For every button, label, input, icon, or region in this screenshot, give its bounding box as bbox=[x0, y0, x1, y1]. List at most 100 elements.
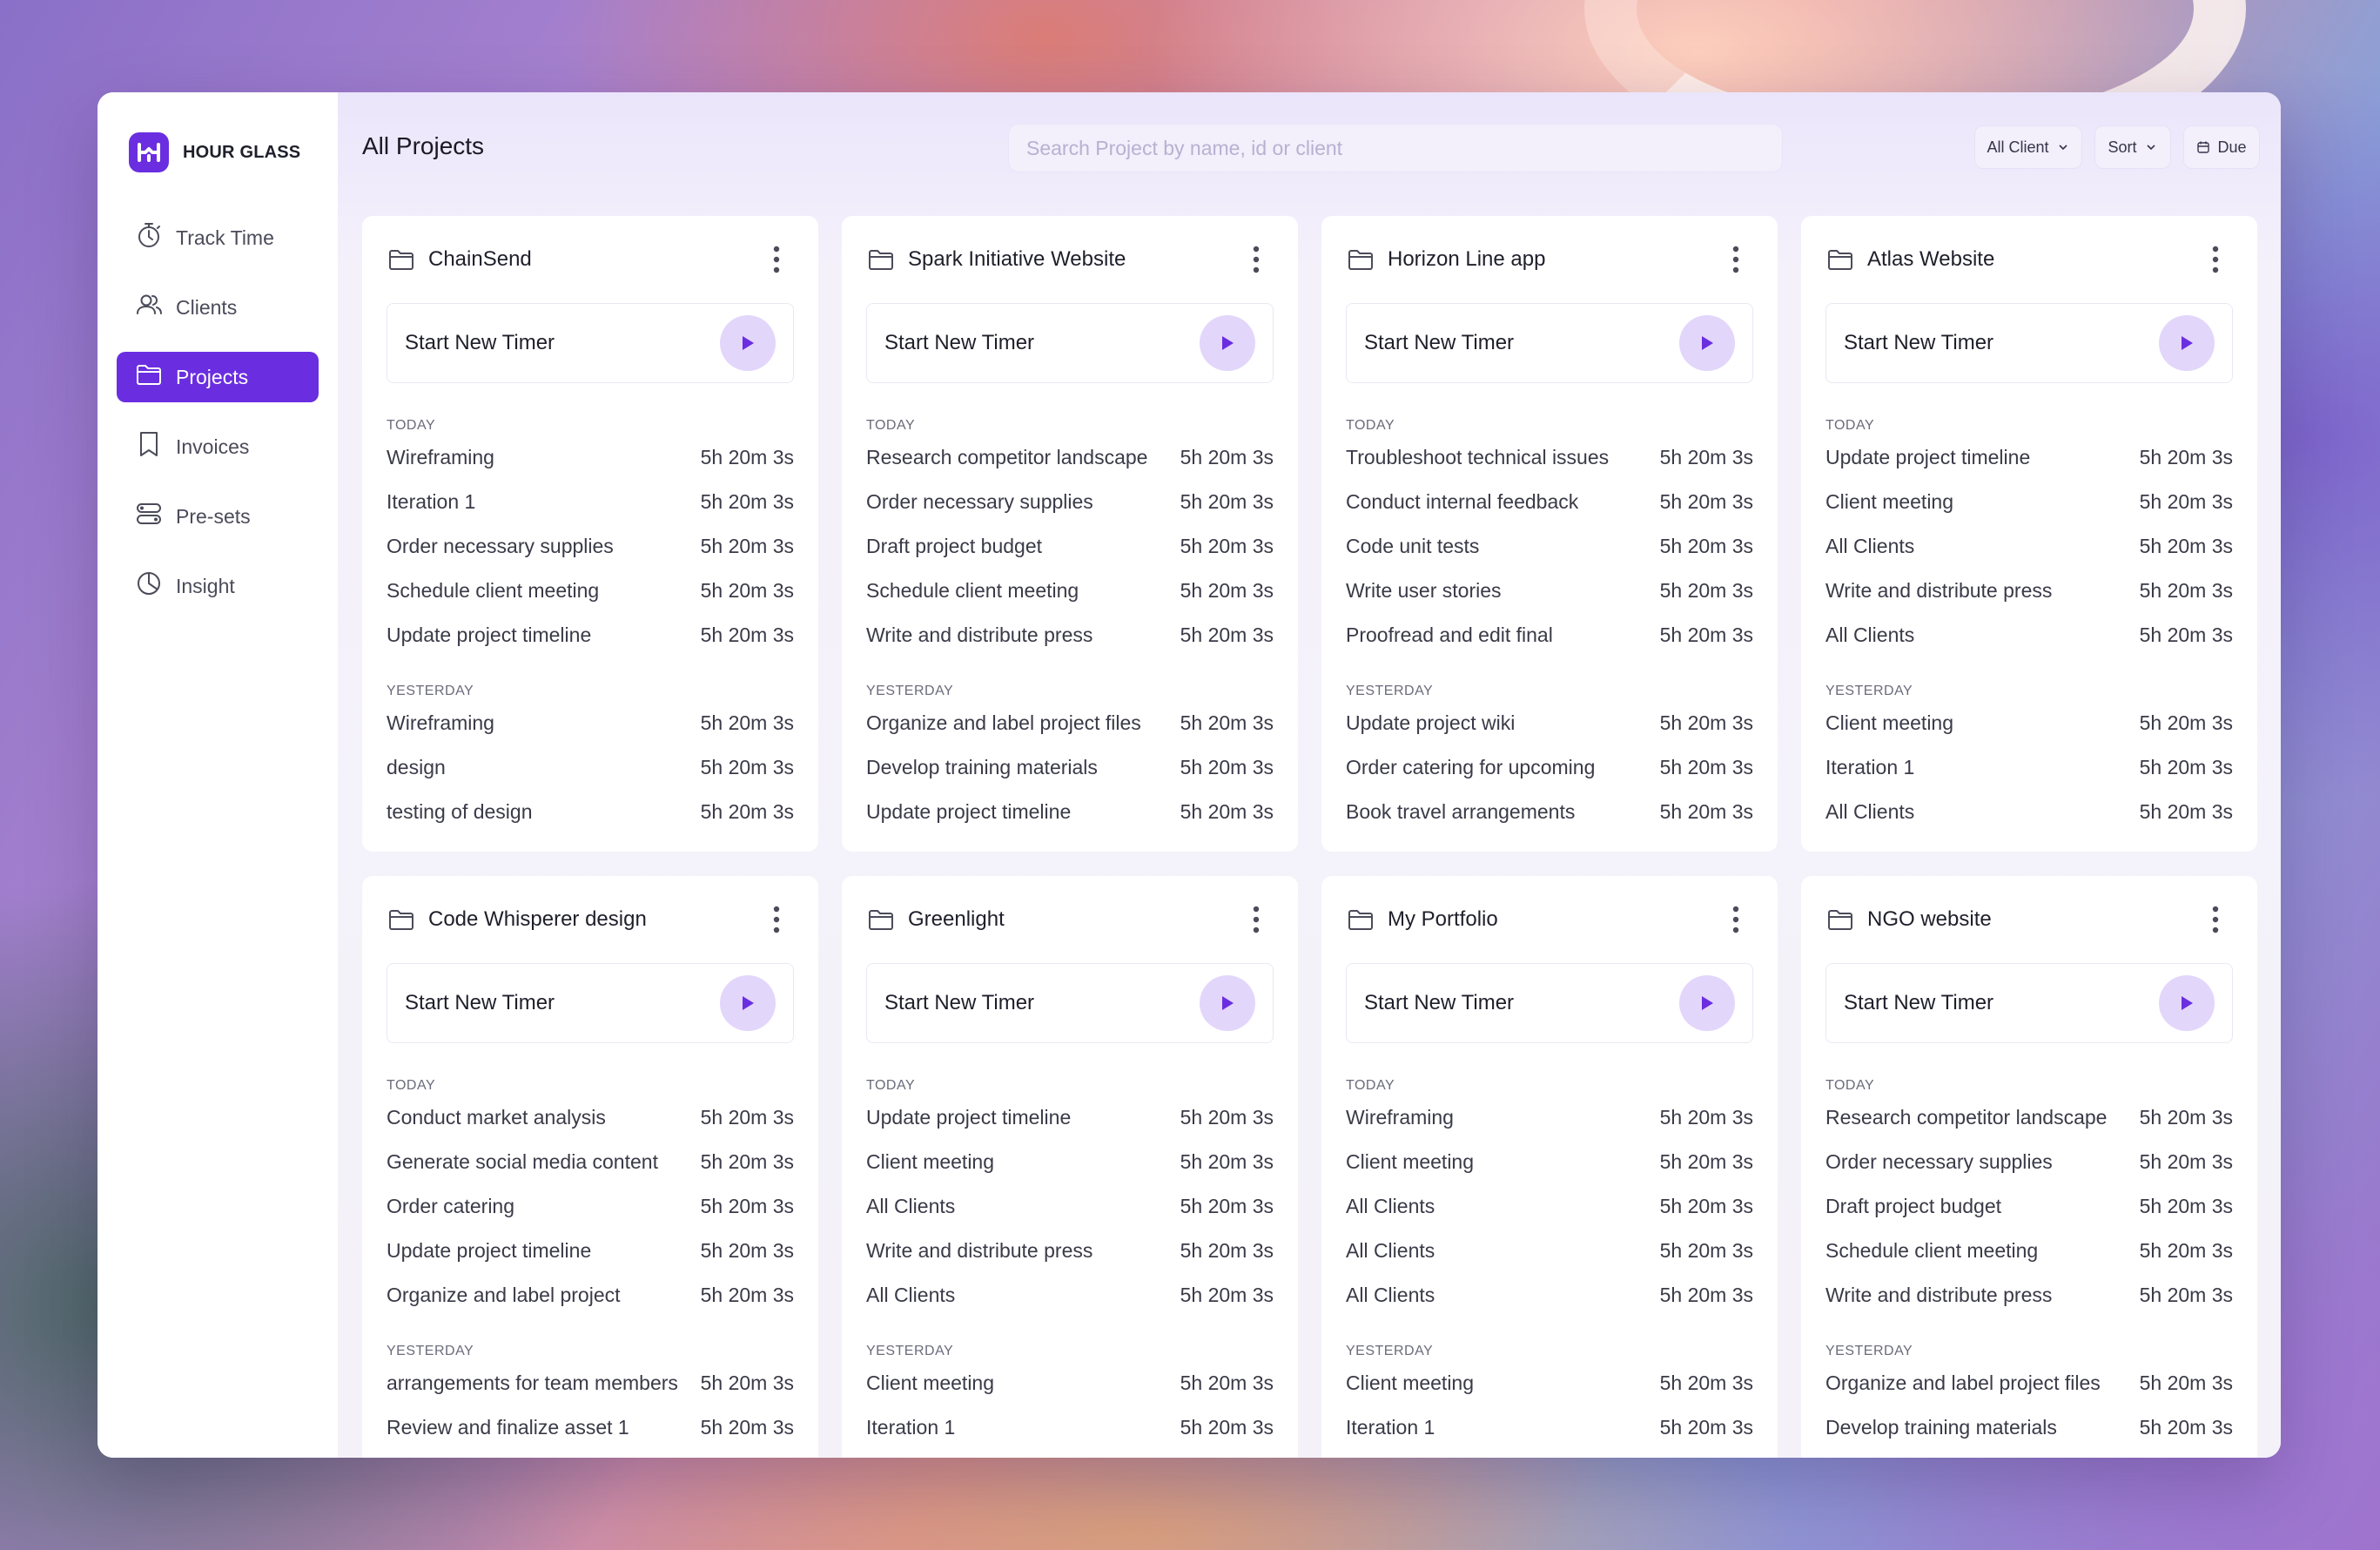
time-entry-row[interactable]: Order catering 5h 20m 3s bbox=[387, 1184, 794, 1229]
time-entry-row[interactable]: Organize and label project 5h 20m 3s bbox=[387, 1273, 794, 1318]
time-entry-row[interactable]: Conduct internal feedback 5h 20m 3s bbox=[1346, 480, 1753, 524]
time-entry-row[interactable]: Organize and label project files 5h 20m 3… bbox=[866, 701, 1274, 745]
time-entry-row[interactable]: Update project timeline 5h 20m 3s bbox=[1825, 435, 2233, 480]
time-entry-row[interactable]: All Clients 5h 20m 3s bbox=[1346, 1229, 1753, 1273]
start-timer-button[interactable]: Start New Timer bbox=[1825, 303, 2233, 383]
time-entry-row[interactable]: Troubleshoot technical issues 5h 20m 3s bbox=[1346, 435, 1753, 480]
time-entry-row[interactable]: Update project wiki 5h 20m 3s bbox=[1346, 701, 1753, 745]
time-entry-row[interactable]: Organize and label project files 5h 20m 3… bbox=[1825, 1361, 2233, 1405]
time-entry-row[interactable]: arrangements for team members 5h 20m 3s bbox=[387, 1361, 794, 1405]
time-entry-row[interactable]: Update project timeline 5h 20m 3s bbox=[866, 790, 1274, 834]
time-entry-row[interactable]: Client meeting 5h 20m 3s bbox=[1825, 480, 2233, 524]
task-duration: 5h 20m 3s bbox=[1180, 1239, 1274, 1262]
time-entry-row[interactable]: All Clients 5h 20m 3s bbox=[866, 1273, 1274, 1318]
more-options-icon[interactable] bbox=[1239, 902, 1274, 937]
time-entry-row[interactable]: Develop training materials 5h 20m 3s bbox=[866, 745, 1274, 790]
time-entry-row[interactable]: Iteration 1 5h 20m 3s bbox=[387, 480, 794, 524]
more-options-icon[interactable] bbox=[2198, 902, 2233, 937]
time-entry-row[interactable]: testing of design 5h 20m 3s bbox=[387, 790, 794, 834]
time-entry-row[interactable]: All Clients 5h 20m 3s bbox=[1825, 613, 2233, 657]
time-entry-row[interactable]: All Clients 5h 20m 3s bbox=[1825, 790, 2233, 834]
client-filter-dropdown[interactable]: All Client bbox=[1974, 125, 2082, 169]
start-timer-label: Start New Timer bbox=[1364, 331, 1515, 354]
play-icon[interactable] bbox=[720, 315, 776, 371]
start-timer-button[interactable]: Start New Timer bbox=[866, 963, 1274, 1043]
project-card: Atlas Website Start New Timer TODAY Upda… bbox=[1801, 216, 2257, 852]
sidebar-item-clients[interactable]: Clients bbox=[117, 282, 319, 333]
time-entry-row[interactable]: Order necessary supplies 5h 20m 3s bbox=[387, 524, 794, 569]
start-timer-button[interactable]: Start New Timer bbox=[387, 963, 794, 1043]
more-options-icon[interactable] bbox=[2198, 242, 2233, 277]
more-options-icon[interactable] bbox=[1718, 242, 1753, 277]
yesterday-entries: Wireframing 5h 20m 3s design 5h 20m 3s testi… bbox=[387, 701, 794, 834]
time-entry-row[interactable]: Iteration 1 5h 20m 3s bbox=[1346, 1405, 1753, 1450]
time-entry-row[interactable]: Develop training materials 5h 20m 3s bbox=[1825, 1405, 2233, 1450]
sidebar-item-track-time[interactable]: Track Time bbox=[117, 212, 319, 263]
time-entry-row[interactable]: Order necessary supplies 5h 20m 3s bbox=[866, 480, 1274, 524]
play-icon[interactable] bbox=[720, 975, 776, 1031]
play-icon[interactable] bbox=[1200, 315, 1255, 371]
time-entry-row[interactable]: Code unit tests 5h 20m 3s bbox=[1346, 524, 1753, 569]
time-entry-row[interactable]: Write and distribute press 5h 20m 3s bbox=[866, 613, 1274, 657]
time-entry-row[interactable]: Update project timeline 5h 20m 3s bbox=[387, 613, 794, 657]
time-entry-row[interactable]: All Clients 5h 20m 3s bbox=[1346, 1184, 1753, 1229]
time-entry-row[interactable]: All Clients 5h 20m 3s bbox=[1825, 524, 2233, 569]
time-entry-row[interactable]: All Clients 5h 20m 3s bbox=[866, 1184, 1274, 1229]
time-entry-row[interactable]: Iteration 1 5h 20m 3s bbox=[866, 1405, 1274, 1450]
time-entry-row[interactable]: Order catering for upcoming 5h 20m 3s bbox=[1346, 745, 1753, 790]
more-options-icon[interactable] bbox=[1718, 902, 1753, 937]
time-entry-row[interactable]: Schedule client meeting 5h 20m 3s bbox=[866, 569, 1274, 613]
time-entry-row[interactable]: Schedule client meeting 5h 20m 3s bbox=[1825, 1229, 2233, 1273]
time-entry-row[interactable]: Wireframing 5h 20m 3s bbox=[387, 435, 794, 480]
time-entry-row[interactable]: Client meeting 5h 20m 3s bbox=[1346, 1361, 1753, 1405]
time-entry-row[interactable]: Wireframing 5h 20m 3s bbox=[1346, 1095, 1753, 1140]
due-filter-button[interactable]: Due bbox=[2183, 125, 2260, 169]
play-icon[interactable] bbox=[2159, 975, 2215, 1031]
time-entry-row[interactable]: Write and distribute press 5h 20m 3s bbox=[1825, 569, 2233, 613]
time-entry-row[interactable]: Write and distribute press 5h 20m 3s bbox=[866, 1229, 1274, 1273]
time-entry-row[interactable]: Update project timeline 5h 20m 3s bbox=[866, 1095, 1274, 1140]
app-logo[interactable]: HOUR GLASS bbox=[117, 132, 319, 172]
time-entry-row[interactable]: Review and finalize asset 1 5h 20m 3s bbox=[387, 1405, 794, 1450]
time-entry-row[interactable]: Client meeting 5h 20m 3s bbox=[866, 1140, 1274, 1184]
sidebar-item-projects[interactable]: Projects bbox=[117, 352, 319, 402]
start-timer-button[interactable]: Start New Timer bbox=[1346, 303, 1753, 383]
time-entry-row[interactable]: Schedule client meeting 5h 20m 3s bbox=[387, 569, 794, 613]
time-entry-row[interactable]: Order necessary supplies 5h 20m 3s bbox=[1825, 1140, 2233, 1184]
time-entry-row[interactable]: Client meeting 5h 20m 3s bbox=[1825, 701, 2233, 745]
start-timer-button[interactable]: Start New Timer bbox=[1346, 963, 1753, 1043]
project-card: Spark Initiative Website Start New Timer… bbox=[842, 216, 1298, 852]
time-entry-row[interactable]: Update project timeline 5h 20m 3s bbox=[387, 1229, 794, 1273]
time-entry-row[interactable]: design 5h 20m 3s bbox=[387, 745, 794, 790]
time-entry-row[interactable]: Iteration 1 5h 20m 3s bbox=[1825, 745, 2233, 790]
time-entry-row[interactable]: Write and distribute press 5h 20m 3s bbox=[1825, 1273, 2233, 1318]
time-entry-row[interactable]: Proofread and edit final 5h 20m 3s bbox=[1346, 613, 1753, 657]
sidebar-item-insight[interactable]: Insight bbox=[117, 561, 319, 611]
time-entry-row[interactable]: Research competitor landscape 5h 20m 3s bbox=[866, 435, 1274, 480]
start-timer-button[interactable]: Start New Timer bbox=[1825, 963, 2233, 1043]
play-icon[interactable] bbox=[1679, 315, 1735, 371]
more-options-icon[interactable] bbox=[759, 902, 794, 937]
time-entry-row[interactable]: Write user stories 5h 20m 3s bbox=[1346, 569, 1753, 613]
time-entry-row[interactable]: Draft project budget 5h 20m 3s bbox=[866, 524, 1274, 569]
search-input[interactable] bbox=[1008, 124, 1783, 172]
time-entry-row[interactable]: Conduct market analysis 5h 20m 3s bbox=[387, 1095, 794, 1140]
time-entry-row[interactable]: Wireframing 5h 20m 3s bbox=[387, 701, 794, 745]
start-timer-button[interactable]: Start New Timer bbox=[866, 303, 1274, 383]
time-entry-row[interactable]: All Clients 5h 20m 3s bbox=[1346, 1273, 1753, 1318]
sidebar-item-invoices[interactable]: Invoices bbox=[117, 421, 319, 472]
play-icon[interactable] bbox=[1679, 975, 1735, 1031]
play-icon[interactable] bbox=[1200, 975, 1255, 1031]
time-entry-row[interactable]: Draft project budget 5h 20m 3s bbox=[1825, 1184, 2233, 1229]
play-icon[interactable] bbox=[2159, 315, 2215, 371]
more-options-icon[interactable] bbox=[1239, 242, 1274, 277]
time-entry-row[interactable]: Client meeting 5h 20m 3s bbox=[1346, 1140, 1753, 1184]
more-options-icon[interactable] bbox=[759, 242, 794, 277]
time-entry-row[interactable]: Book travel arrangements 5h 20m 3s bbox=[1346, 790, 1753, 834]
time-entry-row[interactable]: Generate social media content 5h 20m 3s bbox=[387, 1140, 794, 1184]
time-entry-row[interactable]: Research competitor landscape 5h 20m 3s bbox=[1825, 1095, 2233, 1140]
sidebar-item-presets[interactable]: Pre-sets bbox=[117, 491, 319, 542]
time-entry-row[interactable]: Client meeting 5h 20m 3s bbox=[866, 1361, 1274, 1405]
start-timer-button[interactable]: Start New Timer bbox=[387, 303, 794, 383]
sort-dropdown[interactable]: Sort bbox=[2094, 125, 2171, 169]
